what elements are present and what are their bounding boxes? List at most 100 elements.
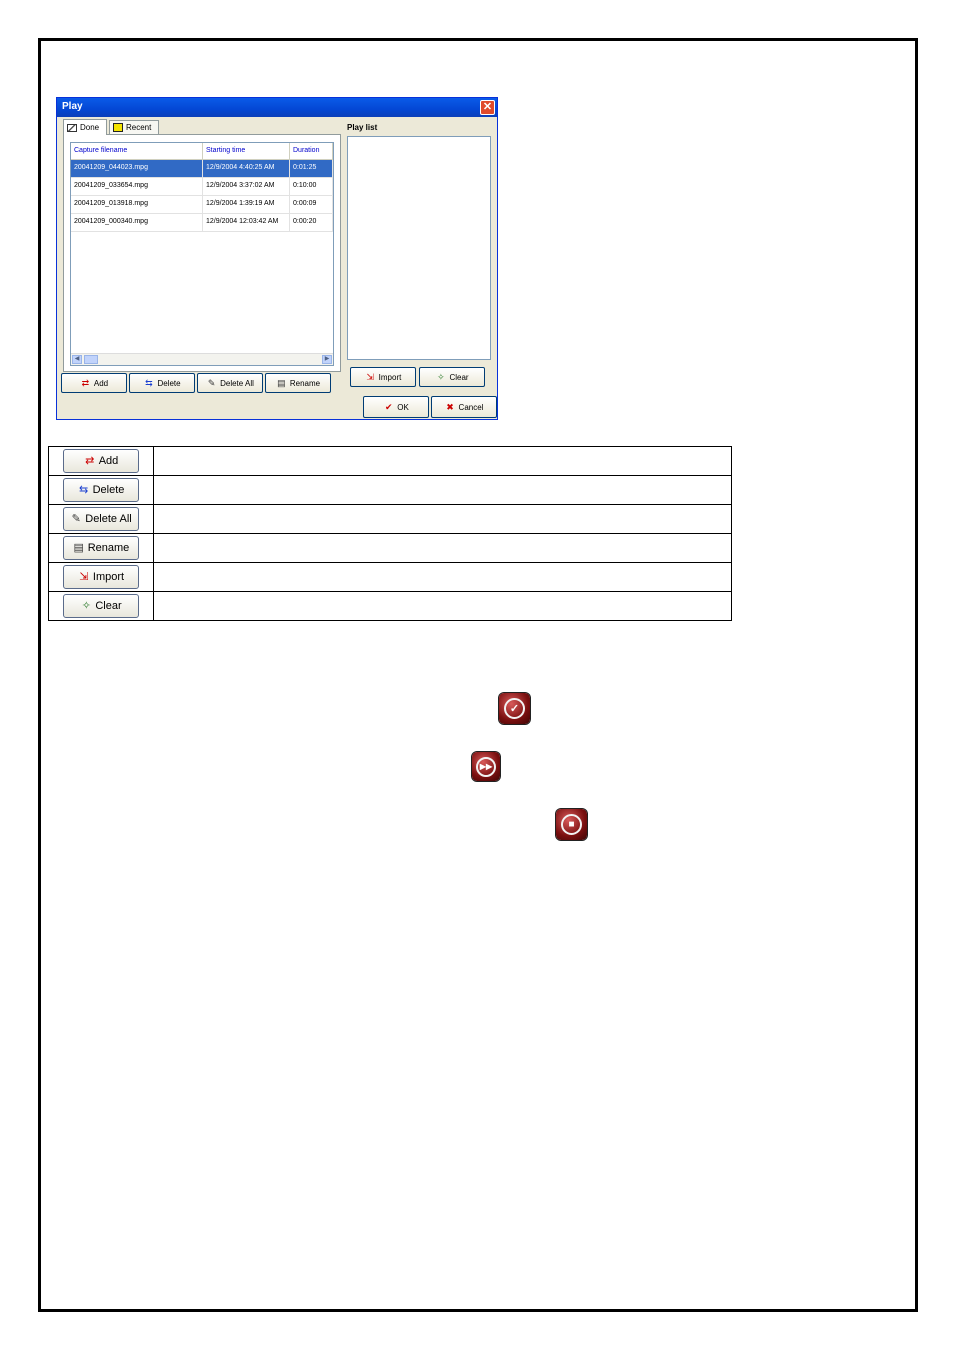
delete-all-icon: ✎ (207, 378, 216, 388)
list-row[interactable]: 20041209_000340.mpg 12/9/2004 12:03:42 A… (71, 214, 333, 232)
playlist-box[interactable] (347, 136, 491, 360)
tab-recent-label: Recent (126, 123, 152, 132)
tab-recent[interactable]: Recent (109, 120, 159, 134)
table-description-cell (153, 591, 732, 621)
stop-icon: ■ (556, 809, 587, 840)
column-header-duration[interactable]: Duration (290, 143, 333, 159)
list-header: Capture filename Starting time Duration (71, 143, 333, 160)
table-row: ▤ Rename (48, 533, 732, 563)
table-row: ⇄ Add (48, 446, 732, 476)
import-icon: ⇲ (79, 571, 89, 583)
delete-button[interactable]: ⇆ Delete (129, 373, 195, 393)
row-filename: 20041209_044023.mpg (71, 160, 203, 177)
delete-label: Delete (157, 378, 181, 388)
table-clear-button: ✧ Clear (63, 594, 139, 618)
table-button-label: Add (98, 455, 119, 467)
play-list-icon: ✓ (499, 693, 530, 724)
ok-button[interactable]: ✔ OK (363, 396, 429, 418)
done-tab-panel: Capture filename Starting time Duration … (63, 134, 341, 372)
add-button[interactable]: ⇄ Add (61, 373, 127, 393)
table-rename-button: ▤ Rename (63, 536, 139, 560)
table-icon-cell: ✧ Clear (48, 591, 154, 621)
table-icon-cell: ⇆ Delete (48, 475, 154, 505)
table-icon-cell: ▤ Rename (48, 533, 154, 563)
scroll-thumb[interactable] (84, 355, 98, 364)
play-window: Play ✕ Done Recent Capture filename Star… (56, 97, 498, 420)
row-duration: 0:01:25 (290, 160, 333, 177)
title-bar: Play ✕ (57, 98, 497, 117)
scroll-right-icon[interactable]: ▶ (322, 355, 332, 364)
table-button-label: Import (92, 571, 125, 583)
list-row[interactable]: 20041209_013918.mpg 12/9/2004 1:39:19 AM… (71, 196, 333, 214)
table-description-cell (153, 562, 732, 592)
rename-icon: ▤ (277, 378, 286, 388)
ok-label: OK (397, 402, 409, 412)
clear-label: Clear (449, 372, 469, 382)
cancel-label: Cancel (458, 402, 484, 412)
list-row[interactable]: 20041209_033654.mpg 12/9/2004 3:37:02 AM… (71, 178, 333, 196)
row-start: 12/9/2004 3:37:02 AM (203, 178, 290, 195)
tab-done[interactable]: Done (63, 119, 107, 135)
delete-all-icon: ✎ (71, 513, 81, 525)
table-row: ⇆ Delete (48, 475, 732, 505)
capture-list[interactable]: Capture filename Starting time Duration … (70, 142, 334, 366)
table-add-button: ⇄ Add (63, 449, 139, 473)
delete-all-label: Delete All (220, 378, 254, 388)
delete-all-button[interactable]: ✎ Delete All (197, 373, 263, 393)
table-button-label: Delete All (85, 513, 132, 525)
clear-icon: ✧ (81, 600, 91, 612)
table-button-label: Delete (92, 484, 125, 496)
row-duration: 0:10:00 (290, 178, 333, 195)
recent-icon (113, 123, 123, 132)
import-button[interactable]: ⇲ Import (350, 367, 416, 387)
row-filename: 20041209_033654.mpg (71, 178, 203, 195)
horizontal-scrollbar[interactable]: ◀ ▶ (71, 353, 333, 365)
table-import-button: ⇲ Import (63, 565, 139, 589)
add-icon: ⇄ (85, 455, 95, 467)
table-row: ✎ Delete All (48, 504, 732, 534)
row-start: 12/9/2004 12:03:42 AM (203, 214, 290, 231)
table-description-cell (153, 446, 732, 476)
fast-forward-icon: ▶▶ (472, 752, 500, 781)
close-button[interactable]: ✕ (480, 100, 495, 115)
clear-button[interactable]: ✧ Clear (419, 367, 485, 387)
column-header-filename[interactable]: Capture filename (71, 143, 203, 159)
table-description-cell (153, 533, 732, 563)
rename-button[interactable]: ▤ Rename (265, 373, 331, 393)
import-icon: ⇲ (366, 372, 374, 382)
check-icon: ✔ (384, 402, 393, 412)
table-icon-cell: ⇲ Import (48, 562, 154, 592)
x-icon: ✖ (446, 402, 454, 412)
scroll-left-icon[interactable]: ◀ (72, 355, 82, 364)
column-header-start[interactable]: Starting time (203, 143, 290, 159)
delete-icon: ⇆ (145, 378, 153, 388)
row-start: 12/9/2004 1:39:19 AM (203, 196, 290, 213)
import-label: Import (378, 372, 402, 382)
list-row[interactable]: 20041209_044023.mpg 12/9/2004 4:40:25 AM… (71, 160, 333, 178)
rename-icon: ▤ (73, 542, 84, 554)
button-table: ⇄ Add ⇆ Delete ✎ Delete All ▤ Rename ⇲ I… (48, 446, 732, 621)
clear-icon: ✧ (437, 372, 445, 382)
tab-done-label: Done (80, 123, 100, 132)
row-duration: 0:00:20 (290, 214, 333, 231)
row-filename: 20041209_000340.mpg (71, 214, 203, 231)
table-button-label: Rename (87, 542, 130, 554)
playlist-label: Play list (347, 123, 378, 132)
add-label: Add (93, 378, 109, 388)
cancel-button[interactable]: ✖ Cancel (431, 396, 497, 418)
table-button-label: Clear (95, 600, 122, 612)
table-description-cell (153, 475, 732, 505)
delete-icon: ⇆ (78, 484, 89, 496)
add-icon: ⇄ (81, 378, 90, 388)
table-icon-cell: ✎ Delete All (48, 504, 154, 534)
table-row: ⇲ Import (48, 562, 732, 592)
table-row: ✧ Clear (48, 591, 732, 621)
row-duration: 0:00:09 (290, 196, 333, 213)
table-icon-cell: ⇄ Add (48, 446, 154, 476)
table-description-cell (153, 504, 732, 534)
row-filename: 20041209_013918.mpg (71, 196, 203, 213)
rename-label: Rename (289, 378, 321, 388)
row-start: 12/9/2004 4:40:25 AM (203, 160, 290, 177)
table-delete-all-button: ✎ Delete All (63, 507, 139, 531)
table-delete-button: ⇆ Delete (63, 478, 139, 502)
